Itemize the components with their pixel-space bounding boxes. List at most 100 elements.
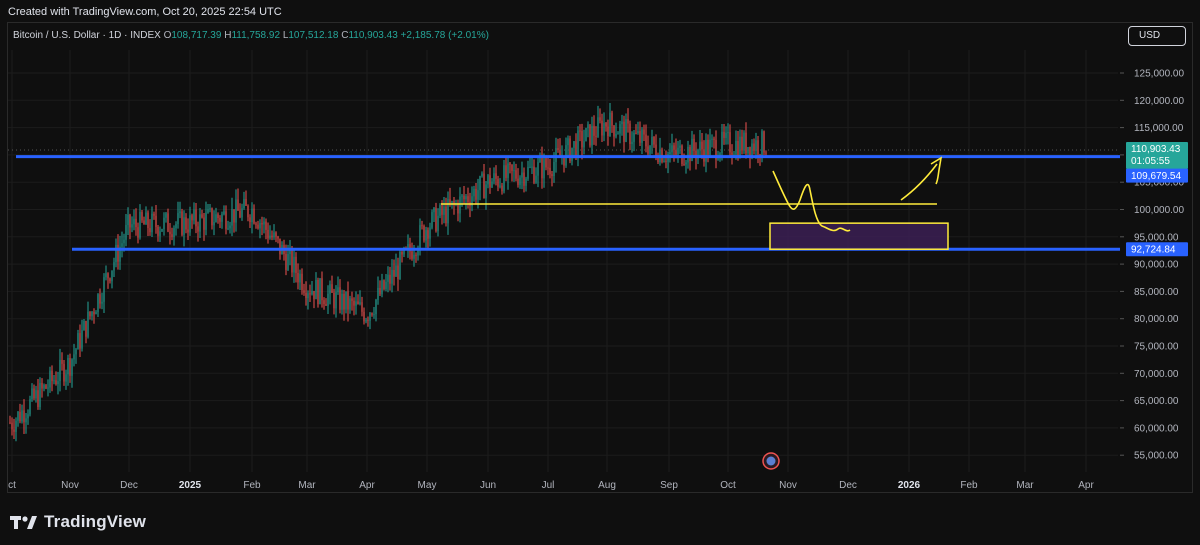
y-tick-label: 60,000.00 <box>1134 423 1179 434</box>
candle-body <box>577 130 579 158</box>
y-tick-label: 125,000.00 <box>1134 69 1184 80</box>
candle-body <box>599 117 601 121</box>
candle-body <box>731 152 733 155</box>
candle-body <box>511 164 513 171</box>
candle-body <box>111 270 113 282</box>
candle-body <box>601 120 603 136</box>
candle-body <box>277 236 279 239</box>
candle-body <box>527 167 529 179</box>
candle-body <box>579 130 581 132</box>
candle-body <box>149 228 151 233</box>
candle-body <box>371 313 373 315</box>
candle-body <box>671 145 673 153</box>
candle-body <box>161 229 163 232</box>
candle-body <box>683 164 685 166</box>
candle-body <box>313 291 315 300</box>
candle-body <box>105 273 107 278</box>
candle-body <box>53 380 55 382</box>
price-chart[interactable]: 125,000.00120,000.00115,000.00110,000.00… <box>0 0 1200 545</box>
candle-body <box>331 284 333 293</box>
candle-body <box>201 214 203 218</box>
candle-body <box>497 178 499 187</box>
candle-body <box>549 167 551 175</box>
candle-body <box>83 320 85 331</box>
candle-body <box>513 170 515 172</box>
candle-body <box>45 385 47 389</box>
candle-body <box>185 217 187 230</box>
candle-body <box>585 128 587 142</box>
candle-body <box>645 134 647 147</box>
candle-body <box>379 287 381 295</box>
candle-body <box>151 213 153 233</box>
candle-body <box>633 132 635 142</box>
candle-body <box>43 385 45 389</box>
candle-body <box>197 226 199 232</box>
candle-body <box>631 141 633 145</box>
candle-body <box>373 314 375 316</box>
candle-body <box>653 136 655 145</box>
candle-body <box>207 209 209 213</box>
candle-body <box>463 195 465 200</box>
candle-body <box>9 422 11 424</box>
candle-body <box>231 209 233 226</box>
candle-body <box>689 146 691 162</box>
candle-body <box>243 199 245 209</box>
candle-body <box>347 291 349 310</box>
candle-body <box>101 301 103 304</box>
candle-body <box>529 166 531 168</box>
candle-body <box>615 133 617 137</box>
candle-body <box>69 357 71 376</box>
y-tick-label: 70,000.00 <box>1134 369 1179 380</box>
candle-body <box>517 178 519 185</box>
y-tick-label: 75,000.00 <box>1134 342 1179 353</box>
candle-body <box>541 157 543 179</box>
candle-body <box>215 214 217 223</box>
x-tick-label: 2025 <box>179 480 202 491</box>
candle-body <box>49 370 51 388</box>
candle-body <box>133 218 135 225</box>
candle-body <box>175 223 177 229</box>
candle-body <box>397 265 399 280</box>
candle-body <box>763 131 765 153</box>
candle-body <box>263 221 265 225</box>
candle-body <box>619 124 621 134</box>
candle-body <box>621 121 623 125</box>
candle-body <box>665 160 667 162</box>
candle-body <box>193 209 195 221</box>
candle-body <box>447 199 449 224</box>
candle-body <box>431 212 433 228</box>
candle-body <box>223 211 225 215</box>
candle-body <box>163 217 165 230</box>
candle-body <box>251 208 253 223</box>
candle-body <box>641 129 643 143</box>
candle-body <box>739 136 741 157</box>
candle-body <box>267 229 269 239</box>
candle-body <box>591 125 593 146</box>
candle-body <box>279 238 281 255</box>
candle-body <box>39 382 41 407</box>
candle-body <box>745 132 747 154</box>
candle-body <box>383 280 385 289</box>
candle-body <box>291 249 293 273</box>
candle-body <box>493 173 495 182</box>
candle-body <box>343 293 345 310</box>
candle-body <box>35 390 37 399</box>
candle-body <box>485 184 487 199</box>
candle-body <box>519 177 521 185</box>
candle-body <box>551 174 553 177</box>
candle-body <box>335 292 337 309</box>
candle-body <box>735 140 737 155</box>
candle-body <box>753 143 755 151</box>
candle-body <box>169 231 171 235</box>
candle-body <box>687 146 689 163</box>
candle-body <box>317 279 319 305</box>
candle-body <box>113 262 115 271</box>
candle-body <box>117 244 119 262</box>
candle-body <box>713 138 715 140</box>
candle-body <box>547 167 549 169</box>
candle-body <box>15 420 17 432</box>
candle-body <box>293 256 295 273</box>
x-tick-label: Feb <box>243 480 261 491</box>
candle-body <box>237 199 239 211</box>
tradingview-logo[interactable]: TradingView <box>10 512 146 532</box>
